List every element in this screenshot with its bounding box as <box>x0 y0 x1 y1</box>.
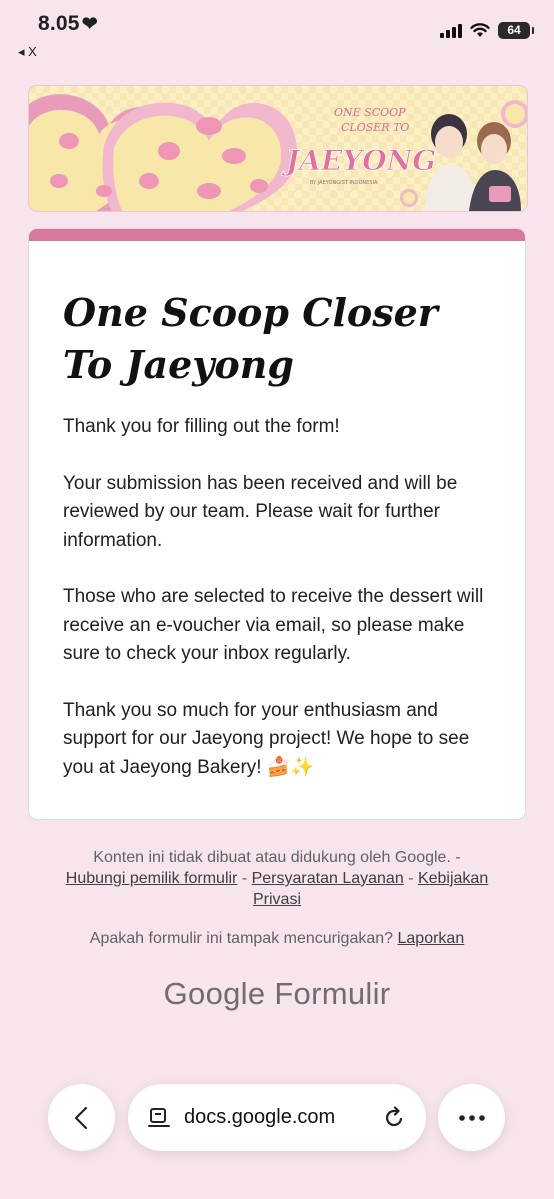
confirmation-message: Thank you for filling out the form! Your… <box>63 413 491 782</box>
google-forms-logo[interactable]: Google Formulir <box>0 976 554 1012</box>
message-paragraph: Thank you for filling out the form! <box>63 416 340 437</box>
signal-icon <box>440 23 462 38</box>
banner-byline: BY JAEYONGIST INDONESIA <box>310 180 378 186</box>
terms-of-service-link[interactable]: Persyaratan Layanan <box>252 870 404 887</box>
message-paragraph: Thank you so much for your enthusiasm an… <box>63 699 470 778</box>
wifi-icon <box>470 23 490 37</box>
contact-owner-link[interactable]: Hubungi pemilik formulir <box>66 870 238 887</box>
form-header-banner: ONE SCOOP CLOSER TO JAEYONG BY JAEYONGIS… <box>28 85 528 212</box>
google-wordmark: Google <box>163 976 266 1011</box>
status-icons: 64 <box>440 22 534 39</box>
battery-icon: 64 <box>498 22 534 39</box>
banner-title-main: JAEYONG <box>281 144 436 177</box>
report-link[interactable]: Laporkan <box>398 930 465 947</box>
more-icon <box>458 1114 485 1121</box>
browser-more-button[interactable] <box>438 1084 505 1151</box>
card-accent-bar <box>29 229 525 241</box>
form-title: One Scoop Closer To Jaeyong <box>63 290 438 387</box>
message-paragraph: Those who are selected to receive the de… <box>63 586 484 664</box>
url-text[interactable]: docs.google.com <box>184 1106 382 1129</box>
banner-title-line1: ONE SCOOP <box>334 106 406 119</box>
status-time: 8.05 ❤ <box>38 12 98 35</box>
reader-mode-icon[interactable] <box>148 1107 170 1129</box>
suspicious-text: Apakah formulir ini tampak mencurigakan? <box>89 930 394 947</box>
address-bar[interactable]: docs.google.com <box>128 1084 426 1151</box>
footer-disclaimer: Konten ini tidak dibuat atau didukung ol… <box>65 849 489 908</box>
confirmation-card: One Scoop Closer To Jaeyong Thank you fo… <box>28 228 526 820</box>
banner-title-line2: CLOSER TO <box>341 121 409 134</box>
heart-icon: ❤ <box>81 14 98 35</box>
browser-back-button[interactable] <box>48 1084 115 1151</box>
back-to-app-link[interactable]: ◂ X <box>18 44 37 60</box>
disclaimer-text: Konten ini tidak dibuat atau didukung ol… <box>93 849 451 866</box>
message-paragraph: Your submission has been received and wi… <box>63 472 458 551</box>
report-section: Apakah formulir ini tampak mencurigakan?… <box>40 928 514 949</box>
reload-icon[interactable] <box>382 1105 406 1130</box>
back-icon <box>74 1106 87 1129</box>
forms-wordmark: Formulir <box>274 976 391 1011</box>
